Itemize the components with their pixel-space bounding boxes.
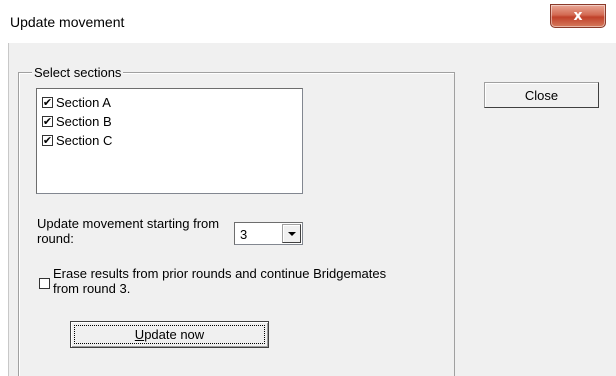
start-round-value: 3 — [240, 227, 248, 242]
erase-results-label[interactable]: Erase results from prior rounds and cont… — [53, 266, 473, 296]
section-c-label: Section C — [56, 132, 113, 148]
close-icon: x — [573, 8, 583, 24]
select-sections-label: Select sections — [32, 65, 124, 80]
erase-label-line1: Erase results from prior rounds and cont… — [53, 266, 387, 281]
section-item-c[interactable]: ✔ Section C — [42, 131, 112, 149]
section-item-b[interactable]: ✔ Section B — [42, 112, 112, 130]
title-bar: Update movement x — [0, 0, 616, 43]
check-icon: ✔ — [42, 95, 53, 109]
update-label-rest: pdate now — [144, 327, 205, 342]
check-icon: ✔ — [42, 133, 53, 147]
update-mnemonic: U — [134, 327, 145, 342]
erase-label-line2: from round 3. — [53, 281, 131, 296]
close-button[interactable]: Close — [484, 82, 599, 108]
section-b-label: Section B — [56, 113, 112, 129]
section-c-checkbox[interactable]: ✔ — [42, 133, 53, 147]
update-now-button[interactable]: Update now — [70, 321, 269, 348]
start-round-label: Update movement starting from round: — [37, 216, 220, 246]
section-item-a[interactable]: ✔ Section A — [42, 93, 111, 111]
section-b-checkbox[interactable]: ✔ — [42, 114, 53, 128]
chevron-down-icon — [287, 231, 296, 236]
section-a-checkbox[interactable]: ✔ — [42, 95, 53, 109]
check-icon: ✔ — [42, 114, 53, 128]
window-title: Update movement — [10, 14, 125, 30]
start-round-select[interactable]: 3 — [234, 222, 303, 245]
erase-results-checkbox[interactable] — [39, 278, 50, 289]
section-a-label: Section A — [56, 94, 111, 110]
window-close-button[interactable]: x — [550, 4, 606, 28]
dropdown-button[interactable] — [282, 224, 301, 243]
sections-listbox[interactable]: ✔ Section A ✔ Section B ✔ Section C — [36, 88, 303, 194]
